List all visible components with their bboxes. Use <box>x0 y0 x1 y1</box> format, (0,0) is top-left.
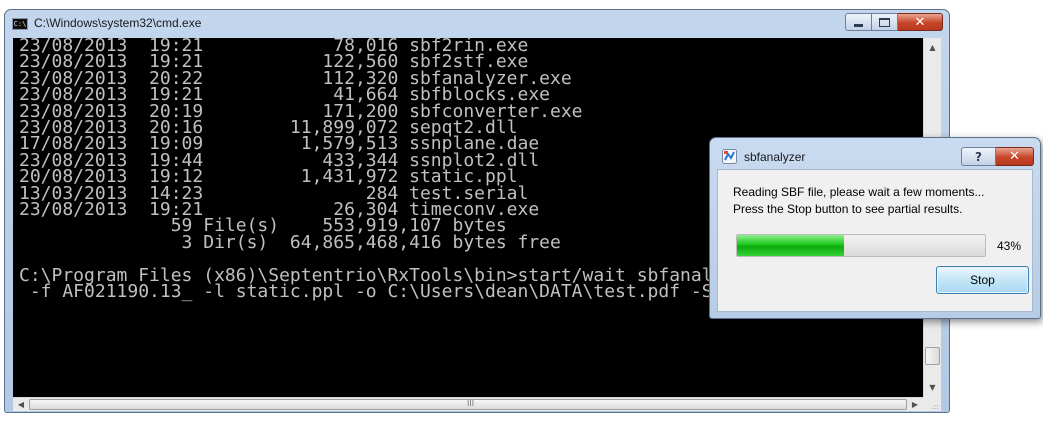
dialog-message: Reading SBF file, please wait a few mome… <box>733 184 984 218</box>
dialog-caption-buttons: ? ✕ <box>961 147 1034 166</box>
scroll-right-button[interactable]: ▶ <box>908 398 922 411</box>
minimize-icon <box>854 23 863 27</box>
sbfanalyzer-dialog: sbfanalyzer ? ✕ Reading SBF file, please… <box>709 137 1041 319</box>
cmd-app-icon[interactable]: C:\ <box>12 18 28 30</box>
close-button[interactable]: ✕ <box>898 13 943 31</box>
sbfanalyzer-app-icon <box>722 149 737 164</box>
help-icon: ? <box>975 149 982 164</box>
progress-percent: 43% <box>997 239 1022 253</box>
message-line: Reading SBF file, please wait a few mome… <box>733 185 985 199</box>
vertical-scroll-thumb[interactable] <box>925 347 940 365</box>
stop-button[interactable]: Stop <box>936 266 1029 294</box>
arrow-up-icon: ▲ <box>929 43 936 52</box>
scroll-up-button[interactable]: ▲ <box>924 39 941 56</box>
dialog-title: sbfanalyzer <box>744 150 806 164</box>
maximize-icon <box>879 17 890 27</box>
close-icon: ✕ <box>914 14 926 30</box>
arrow-right-icon: ▶ <box>911 400 919 409</box>
help-button[interactable]: ? <box>961 147 996 166</box>
resize-grip-icon: .:: <box>931 402 939 411</box>
resize-grip[interactable]: .:: <box>923 397 941 411</box>
minimize-button[interactable] <box>845 13 872 31</box>
horizontal-scroll-thumb[interactable]: III <box>29 399 907 410</box>
progress-fill <box>737 235 844 256</box>
cmd-titlebar[interactable]: C:\ C:\Windows\system32\cmd.exe ✕ <box>5 10 949 38</box>
thumb-grip: III <box>467 399 475 408</box>
dialog-body: Reading SBF file, please wait a few mome… <box>717 169 1033 312</box>
cmd-window-title: C:\Windows\system32\cmd.exe <box>34 16 202 30</box>
close-icon: ✕ <box>1009 149 1020 164</box>
dialog-close-button[interactable]: ✕ <box>996 147 1034 166</box>
console-line: 3 Dir(s) 64,865,468,416 bytes free <box>19 231 561 253</box>
maximize-button[interactable] <box>872 13 898 31</box>
arrow-down-icon: ▼ <box>929 383 936 392</box>
arrow-left-icon: ◀ <box>17 400 25 409</box>
message-line: Press the Stop button to see partial res… <box>733 202 963 216</box>
scroll-down-button[interactable]: ▼ <box>924 379 941 396</box>
dialog-titlebar[interactable]: sbfanalyzer ? ✕ <box>710 138 1040 169</box>
cmd-caption-buttons: ✕ <box>845 13 943 31</box>
console-line: -f AF021190.13_ -l static.ppl -o C:\User… <box>19 281 713 303</box>
scroll-left-button[interactable]: ◀ <box>14 398 28 411</box>
horizontal-scrollbar[interactable]: ◀ III ▶ <box>13 397 923 411</box>
progress-bar <box>736 234 986 257</box>
